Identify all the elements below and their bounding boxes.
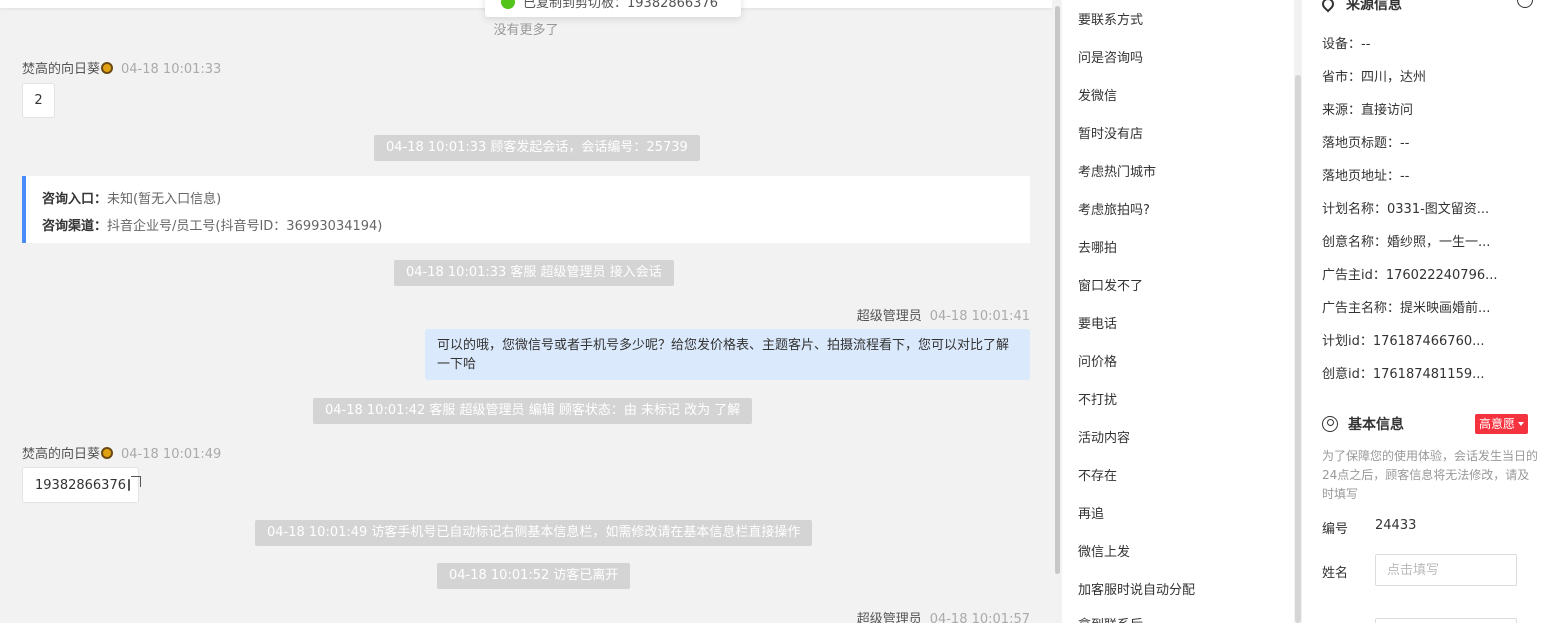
quick-reply-item[interactable]: 问价格 [1078, 351, 1117, 370]
source-landing-url: 落地页地址：-- [1322, 169, 1410, 184]
source-creative-name: 创意名称：婚纱照，一生一... [1322, 235, 1491, 250]
intent-status-dropdown[interactable]: 高意愿 [1475, 414, 1529, 434]
quick-reply-item[interactable]: 拿到联系后 [1078, 614, 1143, 623]
agent-name-line: 超级管理员 04-18 10:01:57 [857, 608, 1030, 623]
source-creative-id: 创意id：176187481159... [1322, 367, 1485, 382]
copy-icon[interactable] [127, 476, 141, 491]
quick-reply-item[interactable]: 要联系方式 [1078, 9, 1143, 28]
user-icon [1322, 416, 1338, 432]
quick-reply-item[interactable]: 窗口发不了 [1078, 275, 1143, 294]
name-label: 姓名 [1322, 566, 1349, 581]
quick-reply-item[interactable]: 活动内容 [1078, 427, 1130, 446]
system-message: 04-18 10:01:49 访客手机号已自动标记右侧基本信息栏，如需修改请在基… [255, 520, 813, 546]
section-title-text: 基本信息 [1348, 417, 1404, 433]
section-title-text: 来源信息 [1346, 0, 1402, 13]
intent-status-label: 高意愿 [1479, 417, 1516, 431]
source-info-title: 来源信息 [1319, 0, 1402, 14]
toast-text: 已复制到剪切板：19382866376 [523, 0, 718, 11]
agent-message: 可以的哦，您微信号或者手机号多少呢？给您发价格表、主题客片、拍摄流程看下，您可以… [425, 329, 1030, 380]
quick-reply-item[interactable]: 再追 [1078, 503, 1104, 522]
customer-name-line: 焚高的向日葵 04-18 10:01:49 [22, 443, 221, 462]
chat-scrollbar[interactable] [1052, 0, 1062, 623]
quick-reply-scrollbar[interactable] [1294, 0, 1302, 623]
entry-label: 咨询入口： [42, 192, 108, 207]
customer-name: 焚高的向日葵 [22, 62, 101, 77]
entry-value: 未知(暂无入口信息) [107, 192, 222, 207]
message-time: 04-18 10:01:33 [121, 62, 222, 77]
success-icon [501, 0, 515, 9]
system-message: 04-18 10:01:42 客服 超级管理员 编辑 顾客状态：由 未标记 改为… [313, 398, 753, 424]
channel-label: 咨询渠道： [42, 219, 108, 234]
id-label: 编号 [1322, 522, 1349, 537]
source-plan-id: 计划id：176187466760... [1322, 334, 1485, 349]
system-message: 04-18 10:01:33 顾客发起会话，会话编号：25739 [374, 135, 700, 161]
message-time: 04-18 10:01:57 [929, 612, 1030, 623]
quick-reply-item[interactable]: 微信上发 [1078, 541, 1130, 560]
customer-info-panel: 来源信息 设备：-- 省市：四川，达州 来源：直接访问 落地页标题：-- 落地页… [1302, 0, 1552, 623]
chat-area: 没有更多了 焚高的向日葵 04-18 10:01:33 2 04-18 10:01… [0, 0, 1052, 623]
source-origin: 来源：直接访问 [1322, 103, 1414, 118]
shield-icon[interactable] [1517, 0, 1533, 8]
quick-reply-item[interactable]: 去哪拍 [1078, 237, 1117, 256]
customer-message: 2 [22, 83, 55, 118]
location-icon [1319, 0, 1337, 13]
name-input[interactable] [1375, 554, 1517, 586]
scrollbar-thumb[interactable] [1055, 6, 1060, 574]
source-advertiser-name: 广告主名称：提米映画婚前... [1322, 301, 1491, 316]
sunflower-icon [101, 447, 114, 459]
caret-down-icon [1518, 422, 1525, 426]
source-device: 设备：-- [1322, 37, 1371, 52]
quick-reply-item[interactable]: 不存在 [1078, 465, 1117, 484]
quick-reply-item[interactable]: 发微信 [1078, 85, 1117, 104]
agent-name: 超级管理员 [856, 612, 922, 623]
system-message: 04-18 10:01:52 访客已离开 [437, 563, 631, 589]
next-field-input[interactable] [1375, 618, 1517, 623]
edit-hint-text: 为了保障您的使用体验，会话发生当日的24点之后，顾客信息将无法修改，请及时填写 [1322, 449, 1539, 501]
source-plan-name: 计划名称：0331-图文留资... [1322, 202, 1490, 217]
quick-reply-item[interactable]: 加客服时说自动分配 [1078, 579, 1195, 598]
quick-reply-item[interactable]: 不打扰 [1078, 389, 1117, 408]
no-more-label: 没有更多了 [493, 23, 559, 38]
customer-name: 焚高的向日葵 [22, 447, 101, 462]
quick-reply-item[interactable]: 问是咨询吗 [1078, 47, 1143, 66]
source-region: 省市：四川，达州 [1322, 70, 1427, 85]
id-value: 24433 [1375, 518, 1417, 533]
message-time: 04-18 10:01:49 [121, 447, 222, 462]
copy-toast: 已复制到剪切板：19382866376 [485, 0, 741, 17]
source-advertiser-id: 广告主id：176022240796... [1322, 268, 1498, 283]
agent-name: 超级管理员 [856, 309, 922, 324]
source-landing-title: 落地页标题：-- [1322, 136, 1410, 151]
message-time: 04-18 10:01:41 [929, 309, 1030, 324]
consult-info-card: 咨询入口：未知(暂无入口信息) 咨询渠道：抖音企业号/员工号(抖音号ID：369… [22, 176, 1030, 243]
scrollbar-thumb[interactable] [1295, 75, 1301, 623]
customer-message: 19382866376 [22, 467, 141, 503]
message-text: 19382866376 [35, 477, 126, 493]
quick-reply-item[interactable]: 要电话 [1078, 313, 1117, 332]
quick-reply-item[interactable]: 考虑旅拍吗? [1078, 199, 1150, 218]
customer-name-line: 焚高的向日葵 04-18 10:01:33 [22, 58, 221, 77]
quick-reply-item[interactable]: 暂时没有店 [1078, 123, 1143, 142]
basic-info-title: 基本信息 [1322, 414, 1404, 434]
channel-value: 抖音企业号/员工号(抖音号ID：36993034194) [107, 219, 383, 234]
system-message: 04-18 10:01:33 客服 超级管理员 接入会话 [394, 260, 674, 286]
quick-reply-item[interactable]: 考虑热门城市 [1078, 161, 1156, 180]
sunflower-icon [101, 62, 114, 74]
agent-name-line: 超级管理员 04-18 10:01:41 [857, 305, 1030, 324]
quick-reply-list: 要联系方式 问是咨询吗 发微信 暂时没有店 考虑热门城市 考虑旅拍吗? 去哪拍 … [1062, 0, 1294, 623]
message-text: 2 [34, 93, 43, 108]
